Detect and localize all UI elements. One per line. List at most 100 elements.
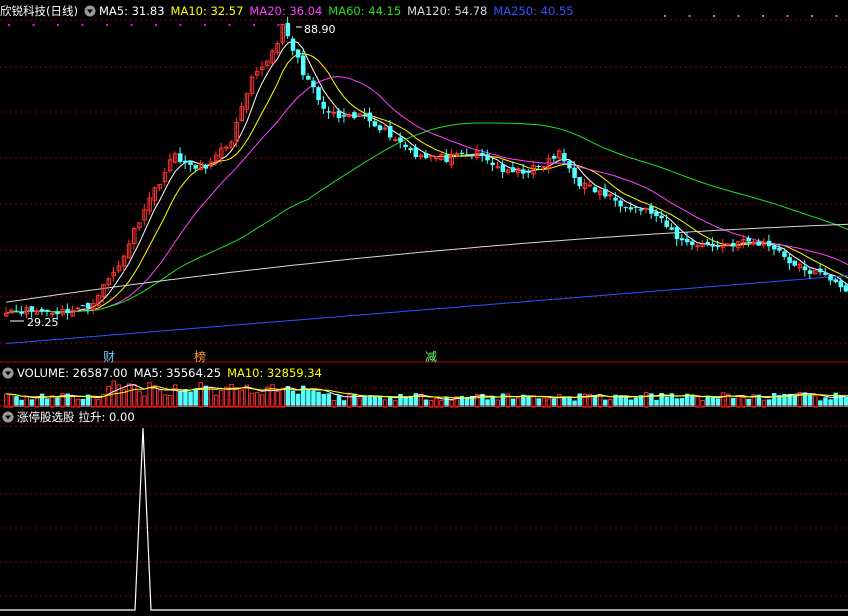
dropdown-triangle-icon[interactable] [84, 5, 96, 17]
candle-body [80, 305, 86, 307]
marker-finance[interactable]: 财 [102, 350, 116, 364]
candle-body [792, 260, 797, 266]
signal-dot [8, 24, 10, 26]
volume-bar [70, 396, 76, 408]
candle-body [541, 166, 547, 169]
volume-bar [167, 394, 173, 408]
volume-bar [9, 394, 14, 408]
candle-body [551, 155, 557, 159]
volume-bar [142, 395, 147, 408]
candle-body [638, 209, 644, 211]
ma-legend-item: MA20: 36.04 [249, 4, 323, 18]
candle-body [188, 160, 193, 165]
main-header: 欣锐科技(日线) MA5: 31.83 MA10: 32.57 MA20: 36.04… [0, 3, 586, 19]
signal-dot [835, 15, 838, 17]
volume-bar [336, 395, 342, 407]
candle-body [526, 171, 531, 173]
dropdown-triangle-icon[interactable] [2, 411, 14, 423]
candle-body [828, 275, 833, 281]
volume-bar [736, 395, 741, 408]
candle-body [403, 144, 408, 148]
candle-body [480, 152, 485, 157]
candle-body [618, 200, 623, 207]
signal-dot [277, 24, 280, 26]
candle-body [44, 309, 50, 312]
volume-bar [792, 395, 797, 407]
candle-body [684, 238, 690, 243]
volume-bar [362, 395, 367, 407]
candle-body [311, 80, 316, 88]
ma-legend-item: MA5: 31.83 [98, 4, 165, 18]
candle-body [710, 243, 716, 247]
candle-body [321, 101, 326, 109]
candle-body [444, 154, 449, 162]
volume-bar [556, 394, 562, 408]
candle-body [336, 110, 342, 118]
ma10-line [5, 53, 848, 314]
candle-body [388, 126, 393, 138]
stock-chart[interactable]: 88.90 29.25 [0, 0, 848, 616]
candle-body [695, 245, 700, 248]
candle-body [510, 167, 516, 173]
volume-bar [623, 396, 629, 407]
volume-bar [833, 392, 838, 407]
indicator-name: 涨停股选股 [17, 410, 75, 424]
candle-body [715, 246, 721, 248]
candle-body [19, 311, 24, 314]
volume-bar [198, 382, 204, 408]
candle-body [654, 211, 659, 217]
volume-bar [193, 388, 198, 407]
volume-bar [126, 383, 132, 408]
volume-bar [188, 391, 193, 407]
volume-bar [812, 395, 818, 408]
ma-legend-item: MA10: 32.57 [170, 4, 244, 18]
volume-bar [367, 396, 373, 407]
candle-body [807, 270, 813, 274]
volume-bar [14, 396, 19, 407]
volume-bar [295, 393, 301, 407]
candle-body [577, 177, 582, 187]
marker-reduce[interactable]: 减 [424, 350, 438, 364]
volume-bar [562, 396, 567, 407]
volume-bar [234, 387, 239, 408]
candle-body [55, 311, 60, 315]
candle-body [418, 155, 424, 158]
candle-body [500, 164, 506, 173]
candle-body [362, 114, 367, 116]
dropdown-triangle-icon[interactable] [2, 367, 14, 379]
candle-body [659, 215, 664, 219]
signal-dot [179, 24, 182, 26]
indicator-value: 拉升: 0.00 [78, 410, 135, 424]
signal-dot [253, 24, 255, 26]
candle-body [690, 241, 695, 246]
volume-bar [316, 391, 321, 407]
candle-body [85, 303, 91, 308]
ma250-line [5, 275, 848, 344]
volume-bar [50, 395, 55, 408]
candle-body [664, 220, 669, 227]
candle-body [567, 161, 572, 169]
volume-bar [843, 396, 848, 407]
candle-body [623, 207, 629, 209]
signal-dot [737, 15, 740, 17]
marker-ranking[interactable]: 榜 [193, 350, 207, 364]
candle-body [838, 280, 844, 288]
candle-body [398, 137, 403, 142]
ma-legend-item: MA60: 44.15 [328, 4, 402, 18]
candle-body [377, 125, 383, 131]
candle-body [178, 153, 183, 162]
candle-body [485, 154, 490, 161]
volume-bar [577, 393, 582, 407]
volume-ma10: MA10: 32859.34 [227, 366, 322, 380]
candle-body [331, 111, 337, 114]
volume-bar [388, 396, 393, 407]
candle-body [674, 226, 680, 240]
candle-body [802, 266, 808, 271]
volume-bar [710, 396, 716, 407]
volume-bar [321, 393, 326, 407]
candle-body [521, 169, 526, 174]
candle-body [39, 309, 45, 312]
candle-body [382, 127, 388, 130]
signal-dot [811, 15, 813, 17]
candle-body [469, 155, 475, 157]
